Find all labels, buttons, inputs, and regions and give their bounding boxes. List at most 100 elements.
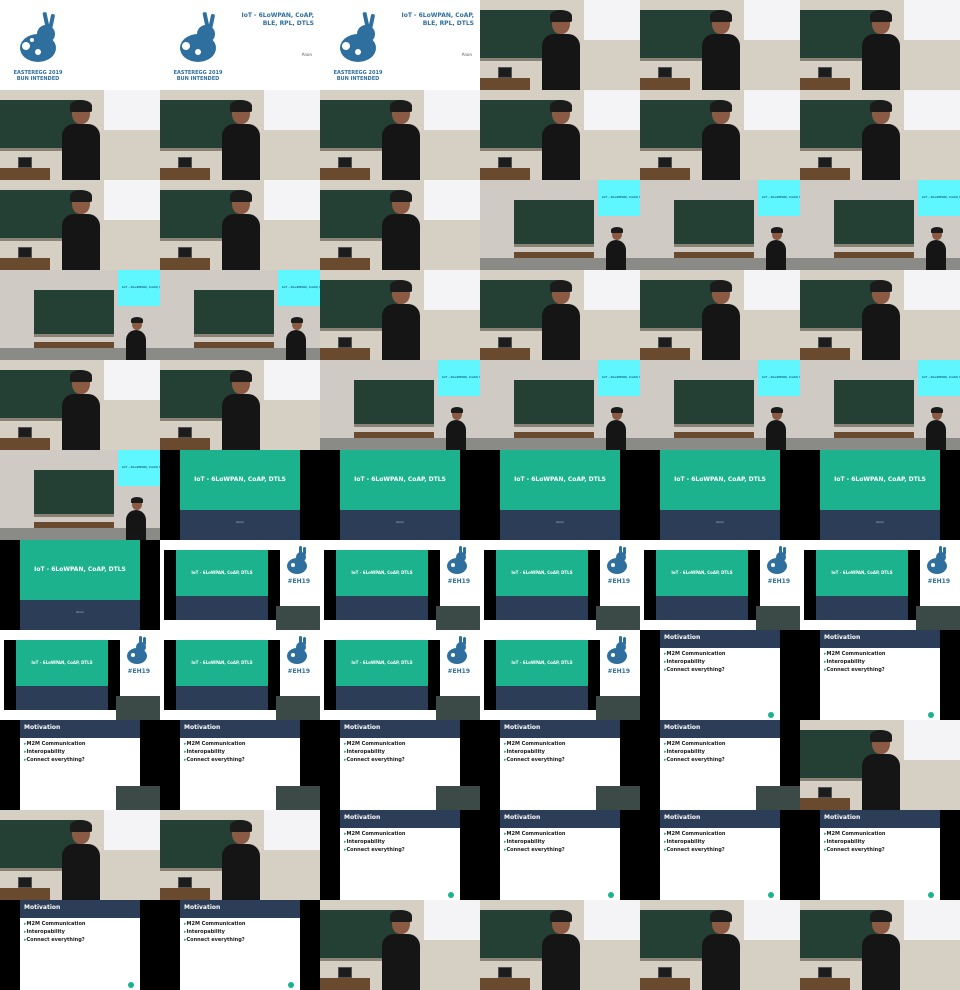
speaker-body xyxy=(446,420,466,450)
projection-screen xyxy=(104,90,160,130)
monitor xyxy=(818,967,832,978)
monitor xyxy=(658,157,672,168)
bullet-list: M2M Communication Interopability Connect… xyxy=(664,830,726,854)
bullet-item: Connect everything? xyxy=(824,666,885,674)
tile-speaker-shot xyxy=(160,180,320,270)
bullet-item: M2M Communication xyxy=(24,740,86,748)
hashtag: #EH19 xyxy=(927,578,951,585)
desk xyxy=(0,888,50,900)
hashtag: #EH19 xyxy=(287,578,311,585)
camera-inset xyxy=(436,696,480,720)
hashtag: #EH19 xyxy=(447,578,471,585)
slide-speaker: Anon xyxy=(716,520,724,524)
bunny-logo-icon xyxy=(607,636,627,664)
bullet-list: M2M Communication Interopability Connect… xyxy=(184,920,246,944)
chalkboard xyxy=(194,290,274,337)
slide-title: IoT - 6LoWPAN, CoAP, DTLS xyxy=(834,476,926,483)
tile-speaker-shot xyxy=(640,90,800,180)
speaker-body xyxy=(126,510,146,540)
tile-motivation-slide: Motivation M2M Communication Interopabil… xyxy=(480,810,640,900)
camera-inset xyxy=(276,786,320,810)
desk xyxy=(514,252,594,258)
desk xyxy=(354,432,434,438)
bullet-list: M2M Communication Interopability Connect… xyxy=(824,650,886,674)
slide-speaker: Anon xyxy=(236,520,244,524)
monitor xyxy=(818,157,832,168)
chalkboard xyxy=(674,200,754,247)
desk xyxy=(640,978,690,990)
chalkboard xyxy=(674,380,754,427)
bullet-item: M2M Communication xyxy=(344,830,406,838)
slide-heading: Motivation xyxy=(504,814,541,821)
projection-screen: IoT - 6LoWPAN, CoAP, DTLS xyxy=(598,180,640,216)
tile-title-slide: IoT - 6LoWPAN, CoAP, DTLS Anon xyxy=(160,450,320,540)
tile-projection-with-logo: IoT - 6LoWPAN, CoAP, DTLS #EH19 xyxy=(640,540,800,630)
chalkboard xyxy=(34,290,114,337)
desk xyxy=(674,252,754,258)
bullet-item: Connect everything? xyxy=(664,756,725,764)
monitor xyxy=(338,157,352,168)
bullet-item: M2M Communication xyxy=(664,650,726,658)
camera-inset xyxy=(436,606,480,630)
slide-title: IoT - 6LoWPAN, CoAP, DTLS xyxy=(351,570,413,575)
tile-speaker-shot xyxy=(480,0,640,90)
monitor xyxy=(18,427,32,438)
bunny-logo-icon xyxy=(287,546,307,574)
tile-title-slide: IoT - 6LoWPAN, CoAP, DTLS Anon xyxy=(640,450,800,540)
projection-screen: IoT - 6LoWPAN, CoAP, DTLS xyxy=(918,180,960,216)
projection-screen xyxy=(584,900,640,940)
bullet-list: M2M Communication Interopability Connect… xyxy=(344,830,406,854)
tile-speaker-shot xyxy=(800,90,960,180)
bullet-item: Connect everything? xyxy=(824,846,885,854)
monitor xyxy=(18,247,32,258)
bullet-item: M2M Communication xyxy=(24,920,86,928)
slide-speaker: Anon xyxy=(76,610,84,614)
desk xyxy=(320,978,370,990)
monitor xyxy=(818,787,832,798)
bullet-item: Interopability xyxy=(344,838,405,846)
desk xyxy=(320,348,370,360)
speaker-body xyxy=(926,420,946,450)
tile-speaker-shot xyxy=(640,900,800,990)
projection-screen xyxy=(264,180,320,220)
camera-inset xyxy=(116,786,160,810)
tile-speaker-shot xyxy=(320,90,480,180)
bullet-item: Interopability xyxy=(824,838,885,846)
tile-wide-shot: IoT - 6LoWPAN, CoAP, DTLS xyxy=(0,270,160,360)
tile-motivation-slide-inset: Motivation M2M Communication Interopabil… xyxy=(640,720,800,810)
monitor xyxy=(498,337,512,348)
monitor xyxy=(178,877,192,888)
projection-screen xyxy=(904,0,960,40)
bullet-item: M2M Communication xyxy=(504,740,566,748)
tile-speaker-shot xyxy=(0,180,160,270)
tile-motivation-slide-inset: Motivation M2M Communication Interopabil… xyxy=(160,720,320,810)
bunny-logo-icon xyxy=(180,12,216,62)
bullet-item: Connect everything? xyxy=(664,846,725,854)
tile-speaker-shot xyxy=(800,270,960,360)
bullet-item: Interopability xyxy=(184,748,245,756)
projection-screen xyxy=(104,180,160,220)
bullet-item: M2M Communication xyxy=(824,830,886,838)
bunny-logo-icon xyxy=(607,546,627,574)
desk xyxy=(800,78,850,90)
tile-motivation-slide: Motivation M2M Communication Interopabil… xyxy=(0,900,160,990)
desk xyxy=(834,252,914,258)
speaker-body xyxy=(382,304,420,360)
slide-heading: Motivation xyxy=(24,904,61,911)
bullet-item: M2M Communication xyxy=(184,740,246,748)
monitor xyxy=(498,967,512,978)
talk-title: IoT - 6LoWPAN, CoAP, BLE, RPL, DTLS xyxy=(241,12,314,27)
tile-projection-with-logo: IoT - 6LoWPAN, CoAP, DTLS #EH19 xyxy=(160,540,320,630)
bunny-logo-icon xyxy=(20,12,56,62)
projection-screen: IoT - 6LoWPAN, CoAP, DTLS xyxy=(758,360,800,396)
monitor xyxy=(498,67,512,78)
desk xyxy=(640,348,690,360)
video-thumbnail-grid: EASTEREGG 2019 BUN INTENDED EASTEREGG 20… xyxy=(0,0,960,990)
hashtag: #EH19 xyxy=(767,578,791,585)
tile-motivation-slide: Motivation M2M Communication Interopabil… xyxy=(800,630,960,720)
tile-wide-shot: IoT - 6LoWPAN, CoAP, DTLS xyxy=(640,360,800,450)
slide-title: IoT - 6LoWPAN, CoAP, DTLS xyxy=(511,570,573,575)
monitor xyxy=(818,337,832,348)
desk xyxy=(320,258,370,270)
slide-title: IoT - 6LoWPAN, CoAP, DTLS xyxy=(191,570,253,575)
